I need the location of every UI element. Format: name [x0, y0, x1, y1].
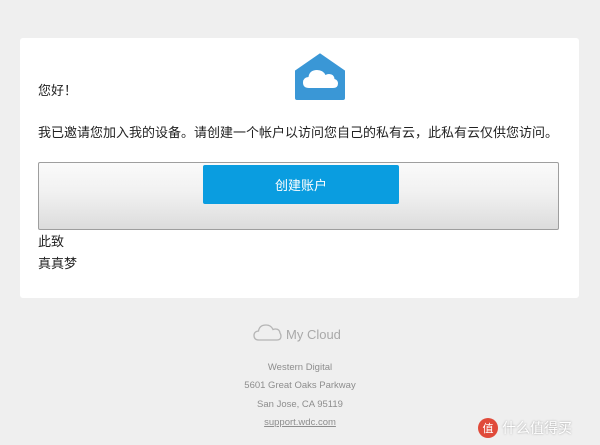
- footer-address-line2: San Jose, CA 95119: [257, 399, 343, 410]
- support-link[interactable]: support.wdc.com: [264, 417, 336, 428]
- footer-brand-logo: My Cloud: [252, 322, 341, 346]
- footer-address-line1: 5601 Great Oaks Parkway: [244, 380, 356, 391]
- create-account-button[interactable]: 创建账户: [203, 165, 399, 204]
- footer-brand-name: My Cloud: [286, 326, 341, 342]
- cloud-outline-icon: [252, 322, 282, 346]
- cloud-house-icon: [292, 50, 348, 102]
- email-card: 您好！ 我已邀请您加入我的设备。请创建一个帐户以访问您自己的私有云，此私有云仅供…: [20, 38, 579, 298]
- watermark-badge: 值: [478, 418, 498, 438]
- signoff-block: 此致 真真梦: [38, 232, 77, 276]
- watermark-text: 什么值得买: [502, 421, 572, 437]
- footer-company: Western Digital: [267, 362, 333, 373]
- cta-panel: 创建账户: [38, 162, 559, 230]
- sender-name: 真真梦: [38, 257, 78, 272]
- site-watermark: 值 什么值得买: [478, 418, 572, 438]
- invitation-message: 我已邀请您加入我的设备。请创建一个帐户以访问您自己的私有云，此私有云仅供您访问。: [38, 126, 559, 141]
- greeting-text: 您好！: [38, 84, 78, 99]
- signoff-text: 此致: [38, 235, 65, 250]
